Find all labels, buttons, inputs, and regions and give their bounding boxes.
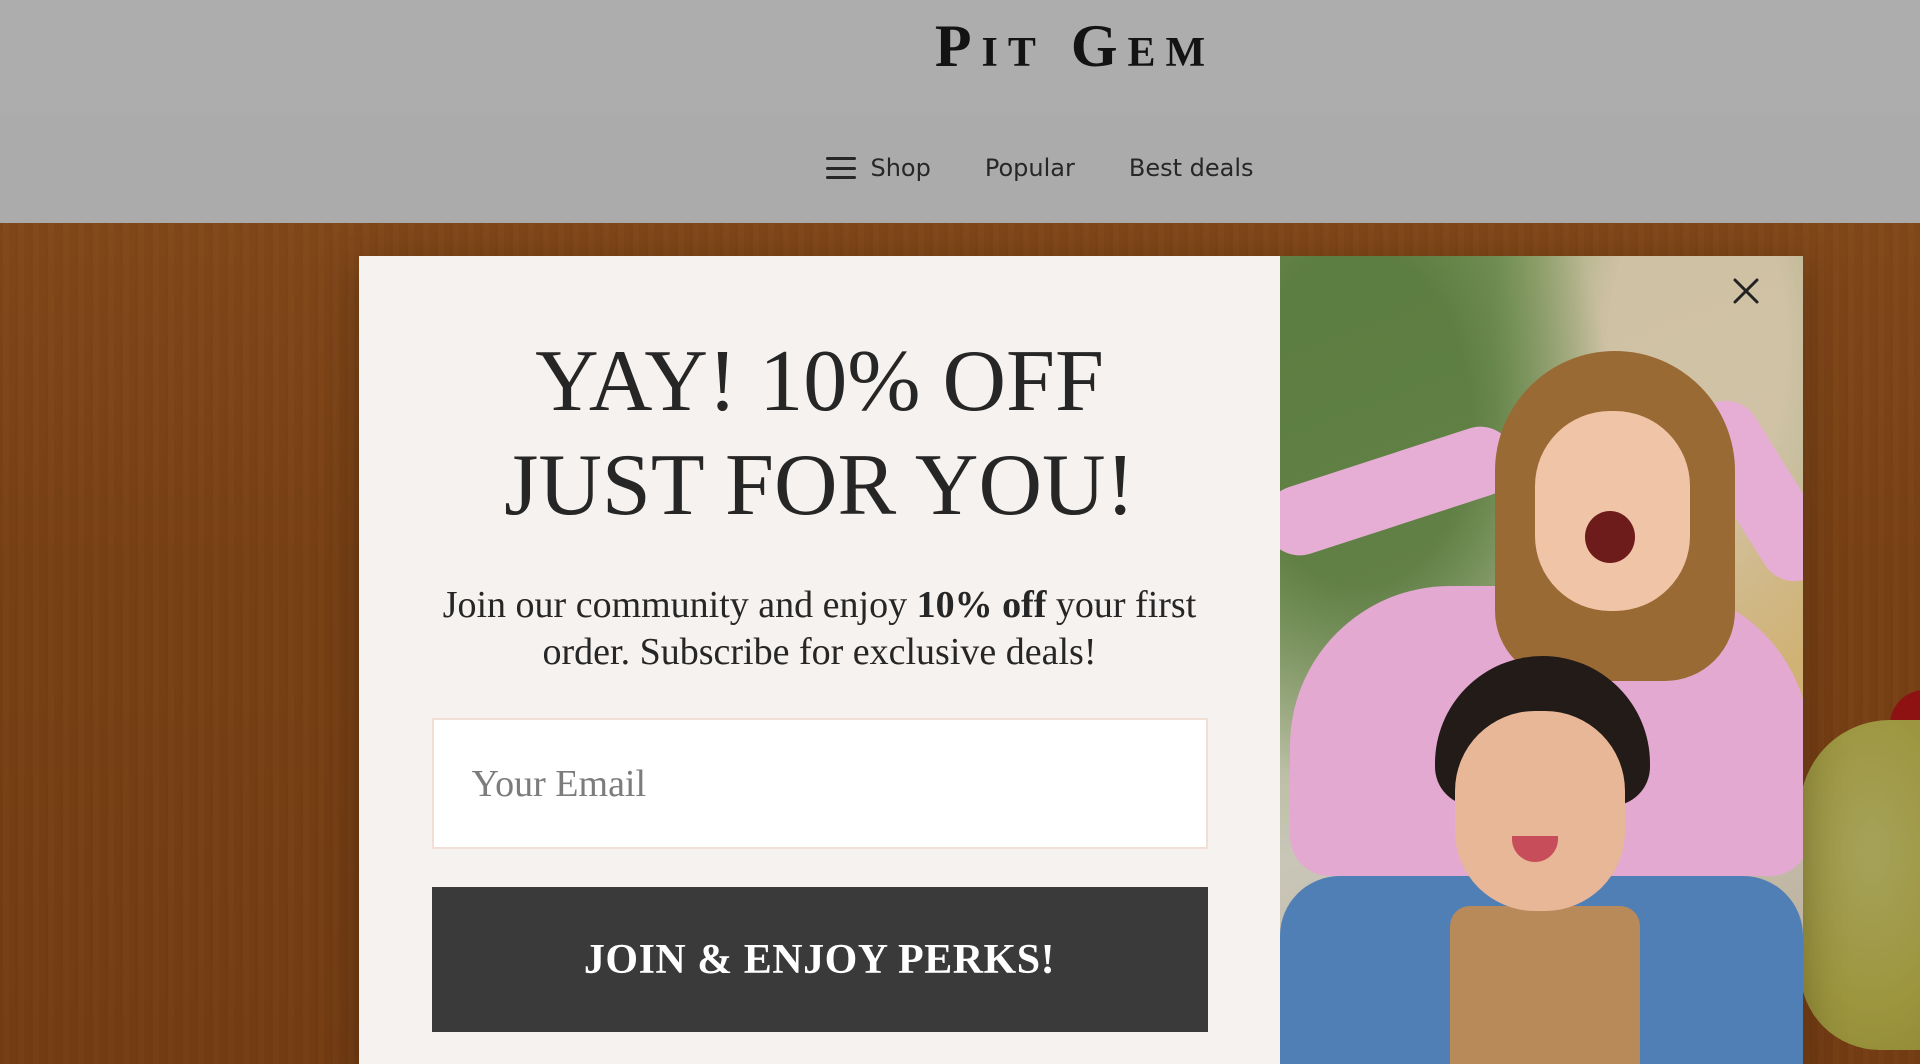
nav-item-label: Popular bbox=[984, 154, 1075, 182]
nav-item-label: Best deals bbox=[1128, 154, 1254, 182]
subtext-highlight: 10% off bbox=[916, 584, 1047, 626]
nav-item-label: Shop bbox=[870, 154, 931, 182]
headline-line: YAY! 10% OFF bbox=[535, 333, 1104, 430]
email-field[interactable] bbox=[431, 718, 1208, 849]
popup-headline: YAY! 10% OFF JUST FOR YOU! bbox=[504, 330, 1135, 538]
popup-subtext: Join our community and enjoy 10% off you… bbox=[440, 582, 1200, 676]
popup-content: YAY! 10% OFF JUST FOR YOU! Join our comm… bbox=[359, 256, 1280, 1064]
headline-line: JUST FOR YOU! bbox=[504, 437, 1135, 534]
main-nav: Shop Popular Best deals bbox=[0, 113, 1920, 223]
site-header: Pit Gem bbox=[0, 0, 1920, 113]
hamburger-menu-icon bbox=[826, 157, 857, 179]
brand-logo[interactable]: Pit Gem bbox=[935, 12, 1215, 81]
nav-item-best-deals[interactable]: Best deals bbox=[1129, 154, 1254, 182]
close-popup-button[interactable] bbox=[1726, 271, 1766, 311]
page: Pit Gem Shop Popular Best deals YAY! 10%… bbox=[0, 0, 1920, 1064]
nav-item-popular[interactable]: Popular bbox=[985, 154, 1075, 182]
popup-photo bbox=[1280, 256, 1803, 1064]
subtext-part: Join our community and enjoy bbox=[442, 584, 917, 626]
close-icon bbox=[1733, 278, 1759, 304]
join-button[interactable]: JOIN & ENJOY PERKS! bbox=[431, 887, 1208, 1032]
discount-popup: YAY! 10% OFF JUST FOR YOU! Join our comm… bbox=[359, 256, 1803, 1064]
hero-product-image bbox=[1800, 720, 1920, 1050]
nav-item-shop[interactable]: Shop bbox=[826, 154, 931, 182]
